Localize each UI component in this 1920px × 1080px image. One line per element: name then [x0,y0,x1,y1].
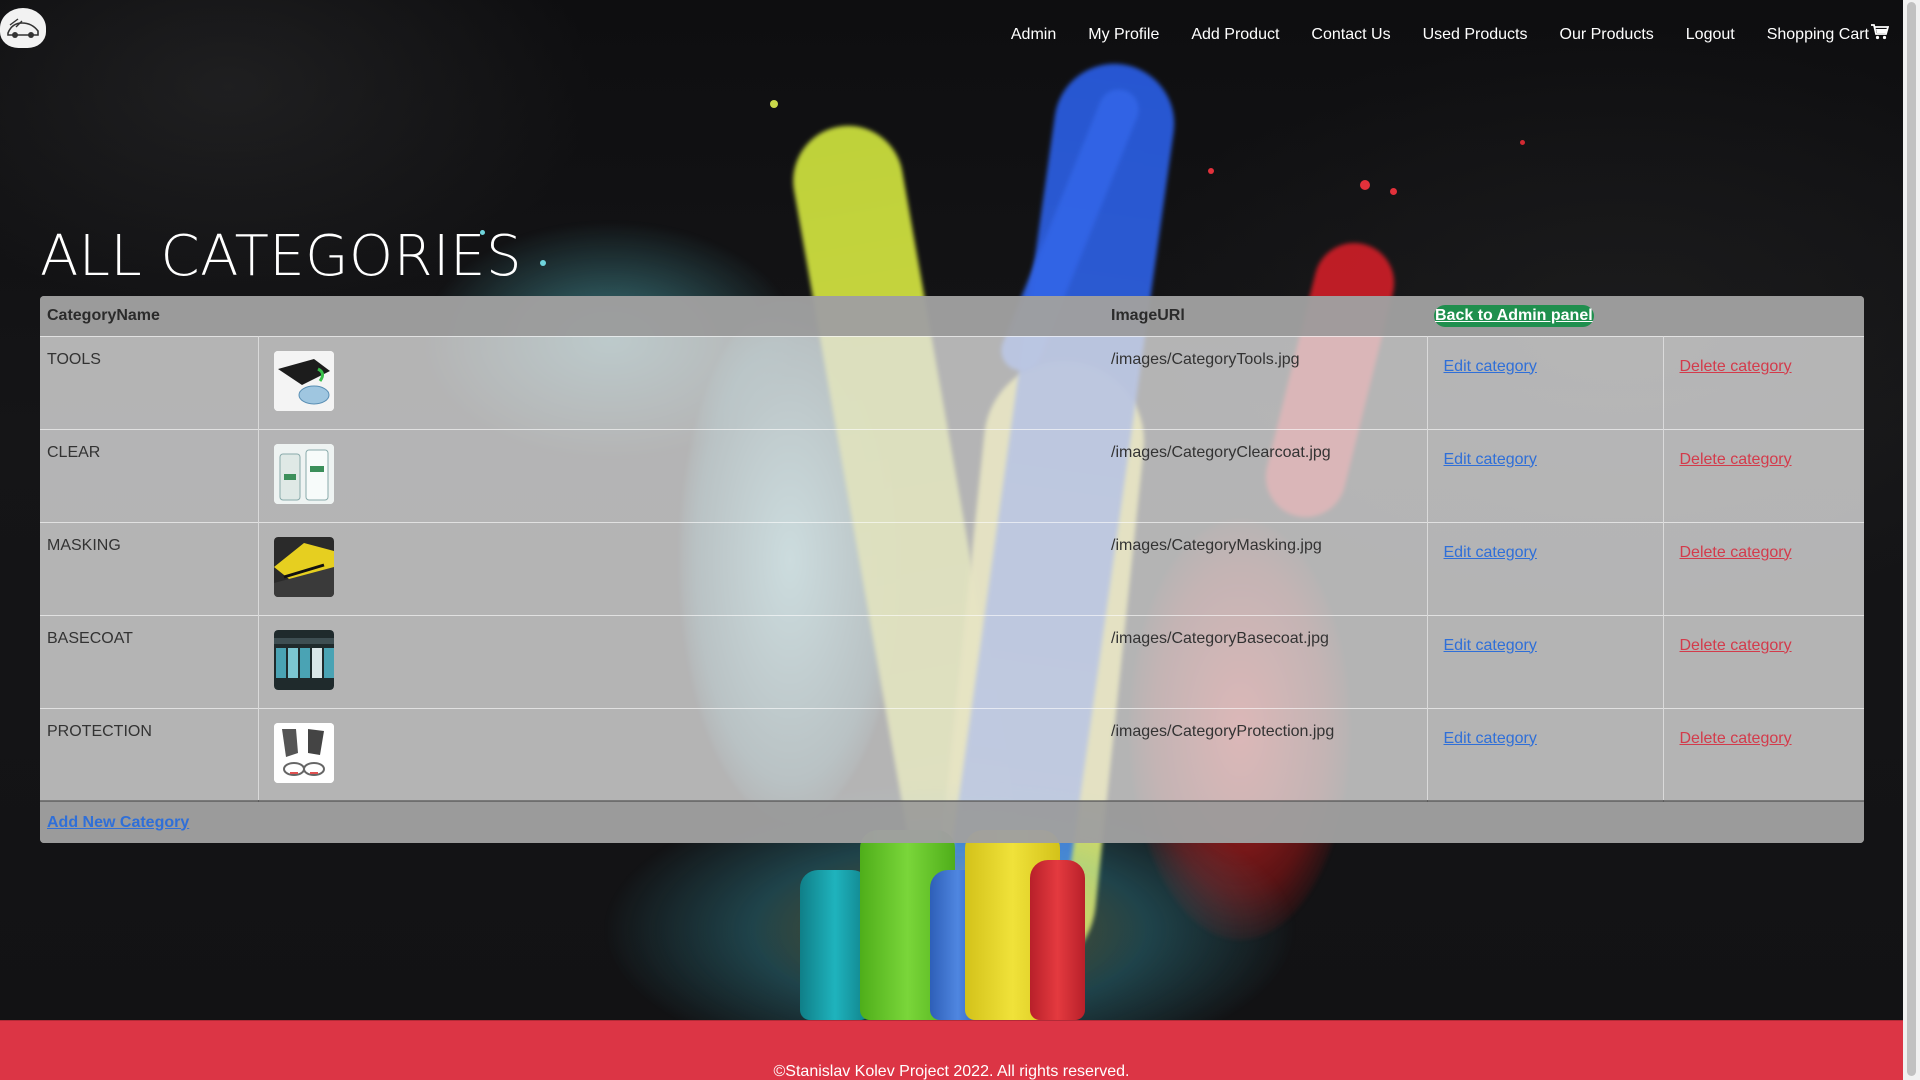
nav-used-products[interactable]: Used Products [1423,26,1528,44]
nav-shopping-cart[interactable]: Shopping Cart [1766,24,1890,45]
table-row: TOOLS /images/CategoryTools.jpg Edit cat… [40,336,1864,429]
delete-cell: Delete category [1663,708,1864,801]
header-back: Back to Admin panel [1427,296,1663,336]
edit-cell: Edit category [1427,522,1664,615]
masking-thumbnail [273,536,334,597]
page-title: ALL CATEGORIES [40,224,522,289]
categories-table: CategoryName ImageURl Back to Admin pane… [40,296,1864,843]
category-image-uri: /images/CategoryMasking.jpg [1104,522,1428,615]
shopping-cart-icon [1871,24,1890,45]
edit-category-link[interactable]: Edit category [1444,637,1537,654]
delete-cell: Delete category [1663,336,1864,429]
add-new-category-link[interactable]: Add New Category [47,814,189,831]
category-image-cell [258,429,1104,522]
category-name: TOOLS [40,336,259,429]
paint-drop [1520,140,1525,145]
nav-logout[interactable]: Logout [1686,26,1735,44]
table-row: PROTECTION /images/CategoryProtection.jp… [40,708,1864,801]
car-logo-icon [7,18,39,38]
table-row: BASECOAT /images/CategoryBasecoat.jpg Ed… [40,615,1864,708]
paint-drop [770,100,778,108]
edit-category-link[interactable]: Edit category [1444,451,1537,468]
header-image [258,296,1104,336]
category-image-cell [258,708,1104,801]
car-logo-icon[interactable] [0,8,46,48]
edit-cell: Edit category [1427,336,1664,429]
tools-thumbnail [273,350,334,411]
nav-add-product[interactable]: Add Product [1191,26,1279,44]
edit-cell: Edit category [1427,615,1664,708]
clearcoat-thumbnail [273,443,334,504]
header-image-url: ImageURl [1111,306,1185,324]
table-header-row: CategoryName ImageURl Back to Admin pane… [40,296,1864,336]
delete-category-link[interactable]: Delete category [1680,544,1792,561]
edit-category-link[interactable]: Edit category [1444,544,1537,561]
table-footer-row: Add New Category [40,801,1864,843]
paint-drop [1360,180,1370,190]
category-image-cell [258,336,1104,429]
protection-thumbnail [273,722,334,783]
red-jar [1030,860,1085,1020]
nav-my-profile[interactable]: My Profile [1088,26,1159,44]
delete-cell: Delete category [1663,615,1864,708]
edit-category-link[interactable]: Edit category [1444,730,1537,747]
back-to-admin-button[interactable]: Back to Admin panel [1434,304,1594,327]
table-row: CLEAR /images/CategoryClearcoat.jpg Edit… [40,429,1864,522]
header-empty [1663,296,1864,336]
category-image-uri: /images/CategoryClearcoat.jpg [1104,429,1428,522]
table-row: MASKING /images/CategoryMasking.jpg Edit… [40,522,1864,615]
delete-category-link[interactable]: Delete category [1680,730,1792,747]
nav-shopping-cart-label: Shopping Cart [1766,26,1869,43]
delete-category-link[interactable]: Delete category [1680,637,1792,654]
nav-links: Admin My Profile Add Product Contact Us … [1011,24,1890,45]
nav-admin[interactable]: Admin [1011,26,1056,44]
edit-cell: Edit category [1427,708,1664,801]
edit-cell: Edit category [1427,429,1664,522]
category-image-uri: /images/CategoryTools.jpg [1104,336,1428,429]
page-footer: ©Stanislav Kolev Project 2022. All right… [0,1020,1903,1080]
table-footer-cell: Add New Category [40,801,1864,843]
scrollbar-thumb[interactable] [1907,2,1916,1076]
paint-drop [1208,168,1214,174]
nav-our-products[interactable]: Our Products [1560,26,1654,44]
footer-copyright: ©Stanislav Kolev Project 2022. All right… [773,1063,1130,1080]
header-category-name: CategoryName [47,306,160,324]
category-image-uri: /images/CategoryBasecoat.jpg [1104,615,1428,708]
edit-category-link[interactable]: Edit category [1444,358,1537,375]
category-name: MASKING [40,522,259,615]
nav-contact-us[interactable]: Contact Us [1311,26,1390,44]
delete-category-link[interactable]: Delete category [1680,451,1792,468]
category-name: CLEAR [40,429,259,522]
navbar: Admin My Profile Add Product Contact Us … [0,0,1903,72]
category-image-cell [258,522,1104,615]
delete-cell: Delete category [1663,522,1864,615]
category-image-cell [258,615,1104,708]
category-name: PROTECTION [40,708,259,801]
delete-category-link[interactable]: Delete category [1680,358,1792,375]
category-name: BASECOAT [40,615,259,708]
category-image-uri: /images/CategoryProtection.jpg [1104,708,1428,801]
paint-drop [1390,188,1397,195]
delete-cell: Delete category [1663,429,1864,522]
basecoat-thumbnail [273,629,334,690]
paint-drop [540,260,546,266]
vertical-scrollbar[interactable] [1903,0,1920,1080]
